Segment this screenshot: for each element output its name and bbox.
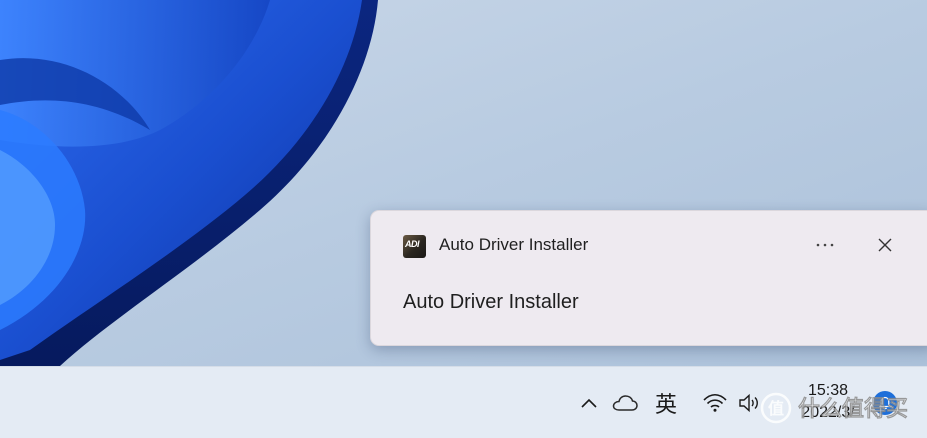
- wifi-icon: [703, 393, 727, 412]
- cloud-icon: [612, 395, 638, 411]
- desktop: ADI Auto Driver Installer Auto Driver In…: [0, 0, 927, 438]
- close-icon: [878, 238, 892, 252]
- toast-body-text: Auto Driver Installer: [403, 291, 579, 313]
- toast-app-name: Auto Driver Installer: [439, 235, 589, 254]
- close-button[interactable]: [867, 229, 903, 261]
- svg-text:什么值得买: 什么值得买: [798, 396, 908, 422]
- app-icon-text: ADI: [405, 239, 420, 249]
- toast-notification[interactable]: ADI Auto Driver Installer Auto Driver In…: [370, 210, 927, 346]
- network-button[interactable]: [700, 389, 730, 417]
- watermark: 值 什么值得买: [760, 392, 908, 424]
- input-method-button[interactable]: 英: [650, 387, 682, 419]
- onedrive-tray-button[interactable]: [610, 389, 640, 417]
- chevron-up-icon: [581, 398, 597, 408]
- more-options-icon: [816, 243, 834, 247]
- adi-app-icon: ADI: [403, 235, 426, 258]
- svg-text:值: 值: [768, 399, 784, 418]
- more-options-button[interactable]: [807, 229, 843, 261]
- show-hidden-icons-button[interactable]: [575, 389, 603, 417]
